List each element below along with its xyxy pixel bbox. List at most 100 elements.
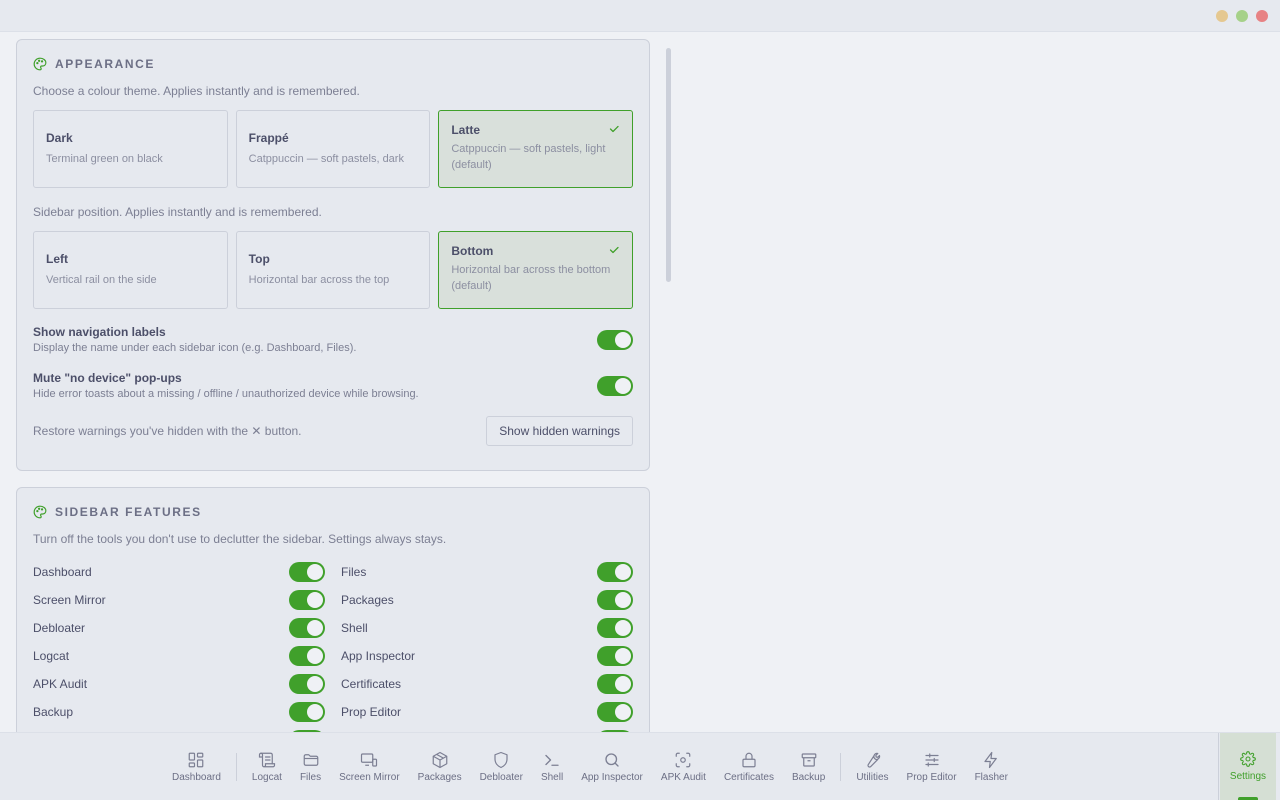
nav-item-apk-audit[interactable]: APK Audit	[652, 733, 715, 800]
nav-item-dashboard[interactable]: Dashboard	[163, 733, 230, 800]
close-button[interactable]	[1256, 10, 1268, 22]
sidebar-features-header: SIDEBAR FEATURES	[33, 504, 633, 520]
feature-toggle-prop-editor[interactable]	[597, 702, 633, 722]
nav-item-settings[interactable]: Settings	[1220, 733, 1276, 800]
package-icon	[432, 751, 447, 769]
feature-label: Logcat	[33, 649, 70, 663]
feature-label: Packages	[341, 593, 394, 607]
nav-divider	[840, 753, 842, 781]
feature-row-apk-audit: APK Audit	[33, 670, 325, 698]
nav-label: Utilities	[856, 772, 889, 783]
maximize-button[interactable]	[1236, 10, 1248, 22]
nav-item-flasher[interactable]: Flasher	[966, 733, 1017, 800]
nav-item-debloater[interactable]: Debloater	[471, 733, 532, 800]
feature-label: Debloater	[33, 621, 86, 635]
nav-label: Packages	[417, 772, 462, 783]
nav-item-utilities[interactable]: Utilities	[847, 733, 897, 800]
restore-warnings-text: Restore warnings you've hidden with the …	[33, 424, 302, 438]
settings-content: APPEARANCE Choose a colour theme. Applie…	[0, 32, 1280, 732]
nav-item-backup[interactable]: Backup	[783, 733, 834, 800]
theme-option-subtitle: Catppuccin — soft pastels, light (defaul…	[451, 143, 606, 171]
nav-label: Backup	[791, 772, 826, 783]
theme-option-subtitle: Terminal green on black	[46, 153, 163, 165]
feature-toggle-shell[interactable]	[597, 618, 633, 638]
nav-item-screen-mirror[interactable]: Screen Mirror	[330, 733, 409, 800]
feature-toggle-grid: Dashboard Screen Mirror Debloater Logcat…	[33, 558, 633, 732]
nav-item-app-inspector[interactable]: App Inspector	[572, 733, 652, 800]
nav-label: APK Audit	[660, 772, 706, 783]
nav-label: Logcat	[251, 772, 282, 783]
theme-option-latte[interactable]: Latte Catppuccin — soft pastels, light (…	[438, 110, 634, 188]
feature-toggle-apk-audit[interactable]	[289, 674, 325, 694]
palette-icon	[33, 505, 47, 519]
position-option-bottom[interactable]: Bottom Horizontal bar across the bottom …	[438, 231, 634, 309]
feature-row-certificates: Certificates	[341, 670, 633, 698]
scrollbar-thumb[interactable]	[666, 48, 671, 282]
appearance-title: APPEARANCE	[55, 57, 156, 71]
mute-popups-toggle[interactable]	[597, 375, 633, 396]
feature-row-backup: Backup	[33, 698, 325, 726]
nav-divider	[235, 753, 237, 781]
feature-toggle-logcat[interactable]	[289, 646, 325, 666]
shield-icon	[494, 751, 508, 769]
position-option-title: Top	[248, 252, 270, 266]
feature-label: Prop Editor	[341, 705, 402, 719]
position-option-subtitle: Horizontal bar across the bottom (defaul…	[451, 264, 611, 292]
gear-icon	[1240, 751, 1256, 767]
feature-toggle-backup[interactable]	[289, 702, 325, 722]
appearance-header: APPEARANCE	[33, 56, 633, 72]
theme-option-frappe[interactable]: Frappé Catppuccin — soft pastels, dark	[235, 110, 431, 188]
feature-toggle-debloater[interactable]	[289, 618, 325, 638]
feature-toggle-dashboard[interactable]	[289, 562, 325, 582]
nav-item-packages[interactable]: Packages	[409, 733, 471, 800]
nav-label: Screen Mirror	[339, 772, 400, 783]
feature-row-logcat: Logcat	[33, 642, 325, 670]
lock-icon	[742, 752, 756, 768]
nav-item-files[interactable]: Files	[291, 733, 330, 800]
feature-row-dashboard: Dashboard	[33, 558, 325, 586]
mute-popups-title: Mute "no device" pop-ups	[33, 371, 182, 385]
feature-row-files: Files	[341, 558, 633, 586]
theme-option-dark[interactable]: Dark Terminal green on black	[33, 110, 228, 188]
nav-divider	[1218, 733, 1219, 800]
nav-label: Certificates	[723, 772, 774, 783]
nav-labels-toggle[interactable]	[597, 329, 633, 350]
nav-label: App Inspector	[581, 772, 643, 783]
position-option-top[interactable]: Top Horizontal bar across the top	[235, 231, 431, 309]
position-option-title: Bottom	[451, 244, 494, 258]
feature-toggle-app-inspector[interactable]	[597, 646, 633, 666]
theme-options: Dark Terminal green on black Frappé Catp…	[33, 110, 634, 188]
feature-toggle-packages[interactable]	[597, 590, 633, 610]
feature-toggle-files[interactable]	[597, 562, 633, 582]
theme-description: Choose a colour theme. Applies instantly…	[33, 84, 360, 98]
monitor-icon	[361, 753, 378, 767]
nav-item-shell[interactable]: Shell	[532, 733, 572, 800]
feature-column-right: Files Packages Shell App Inspector Certi…	[341, 558, 633, 732]
sliders-icon	[924, 753, 939, 767]
archive-icon	[801, 753, 816, 767]
feature-label: Shell	[341, 621, 368, 635]
sidebar-features-title: SIDEBAR FEATURES	[55, 505, 202, 519]
nav-label: Shell	[540, 772, 564, 783]
sidebar-features-card: SIDEBAR FEATURES Turn off the tools you …	[16, 487, 650, 732]
feature-row-debloater: Debloater	[33, 614, 325, 642]
nav-item-certificates[interactable]: Certificates	[715, 733, 783, 800]
position-option-subtitle: Horizontal bar across the top	[248, 274, 390, 286]
nav-item-prop-editor[interactable]: Prop Editor	[898, 733, 966, 800]
show-hidden-warnings-button[interactable]: Show hidden warnings	[486, 416, 633, 446]
feature-toggle-certificates[interactable]	[597, 674, 633, 694]
nav-labels-description: Display the name under each sidebar icon…	[33, 342, 357, 354]
terminal-icon	[545, 754, 559, 766]
position-option-title: Left	[46, 252, 68, 266]
feature-toggle-screen-mirror[interactable]	[289, 590, 325, 610]
checkmark-icon	[609, 246, 619, 254]
lightning-icon	[984, 751, 998, 769]
theme-option-title: Frappé	[248, 131, 289, 145]
position-option-left[interactable]: Left Vertical rail on the side	[33, 231, 228, 309]
nav-label: Dashboard	[172, 772, 221, 783]
nav-item-logcat[interactable]: Logcat	[243, 733, 291, 800]
feature-row-screen-mirror: Screen Mirror	[33, 586, 325, 614]
minimize-button[interactable]	[1216, 10, 1228, 22]
bottom-navigation-bar: Dashboard Logcat Files Screen Mirror Pac…	[0, 732, 1280, 800]
nav-items: Dashboard Logcat Files Screen Mirror Pac…	[163, 733, 1017, 800]
